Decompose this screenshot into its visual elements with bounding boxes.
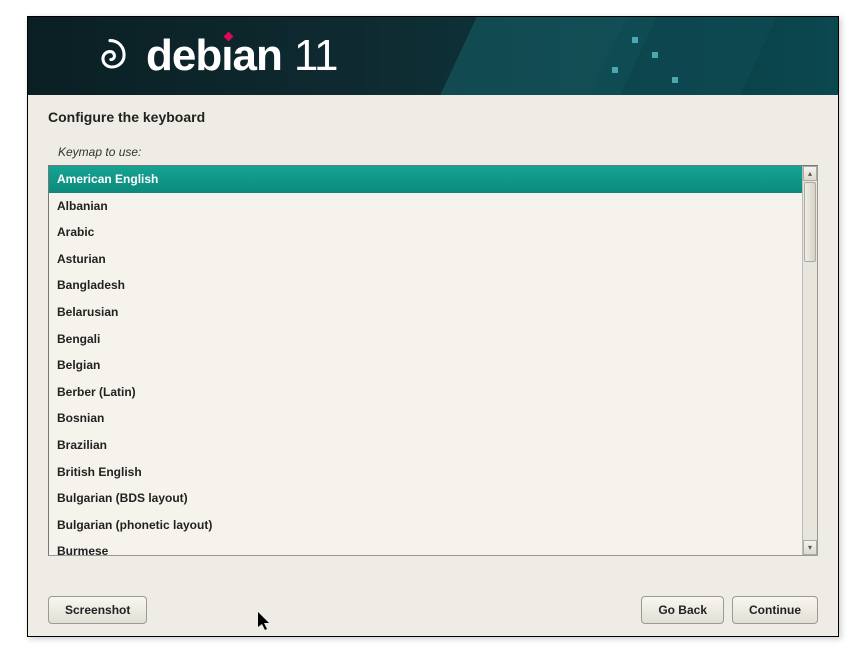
list-item[interactable]: British English bbox=[49, 459, 802, 486]
list-item[interactable]: Burmese bbox=[49, 538, 802, 555]
banner-decoration bbox=[438, 17, 838, 95]
list-item[interactable]: Berber (Latin) bbox=[49, 379, 802, 406]
brand-version: 11 bbox=[294, 31, 338, 80]
keymap-list[interactable]: American EnglishAlbanianArabicAsturianBa… bbox=[49, 166, 802, 555]
list-item[interactable]: Bosnian bbox=[49, 405, 802, 432]
debian-swirl-icon bbox=[88, 34, 132, 78]
go-back-button[interactable]: Go Back bbox=[641, 596, 724, 624]
scrollbar[interactable]: ▴ ▾ bbox=[802, 166, 817, 555]
list-item[interactable]: Belarusian bbox=[49, 299, 802, 326]
list-item[interactable]: Bangladesh bbox=[49, 272, 802, 299]
keymap-list-container: American EnglishAlbanianArabicAsturianBa… bbox=[48, 165, 818, 556]
list-item[interactable]: Brazilian bbox=[49, 432, 802, 459]
continue-button[interactable]: Continue bbox=[732, 596, 818, 624]
debian-logo: debıan11 bbox=[88, 31, 338, 81]
list-item[interactable]: Bulgarian (BDS layout) bbox=[49, 485, 802, 512]
scroll-up-button[interactable]: ▴ bbox=[803, 166, 817, 181]
list-item[interactable]: Bulgarian (phonetic layout) bbox=[49, 512, 802, 539]
installer-window: debıan11 Configure the keyboard Keymap t… bbox=[27, 16, 839, 637]
list-item[interactable]: Bengali bbox=[49, 326, 802, 353]
scroll-thumb[interactable] bbox=[804, 182, 816, 262]
list-item[interactable]: Belgian bbox=[49, 352, 802, 379]
list-item[interactable]: Asturian bbox=[49, 246, 802, 273]
page-title: Configure the keyboard bbox=[28, 95, 838, 135]
list-item[interactable]: Arabic bbox=[49, 219, 802, 246]
screenshot-button[interactable]: Screenshot bbox=[48, 596, 147, 624]
banner: debıan11 bbox=[28, 17, 838, 95]
nav-buttons: Go Back Continue bbox=[641, 596, 818, 624]
content-area: Keymap to use: American EnglishAlbanianA… bbox=[28, 135, 838, 556]
list-item[interactable]: Albanian bbox=[49, 193, 802, 220]
button-bar: Screenshot Go Back Continue bbox=[28, 596, 838, 624]
scroll-down-button[interactable]: ▾ bbox=[803, 540, 817, 555]
brand-name: debıan11 bbox=[146, 31, 338, 81]
keymap-label: Keymap to use: bbox=[48, 135, 818, 165]
list-item[interactable]: American English bbox=[49, 166, 802, 193]
